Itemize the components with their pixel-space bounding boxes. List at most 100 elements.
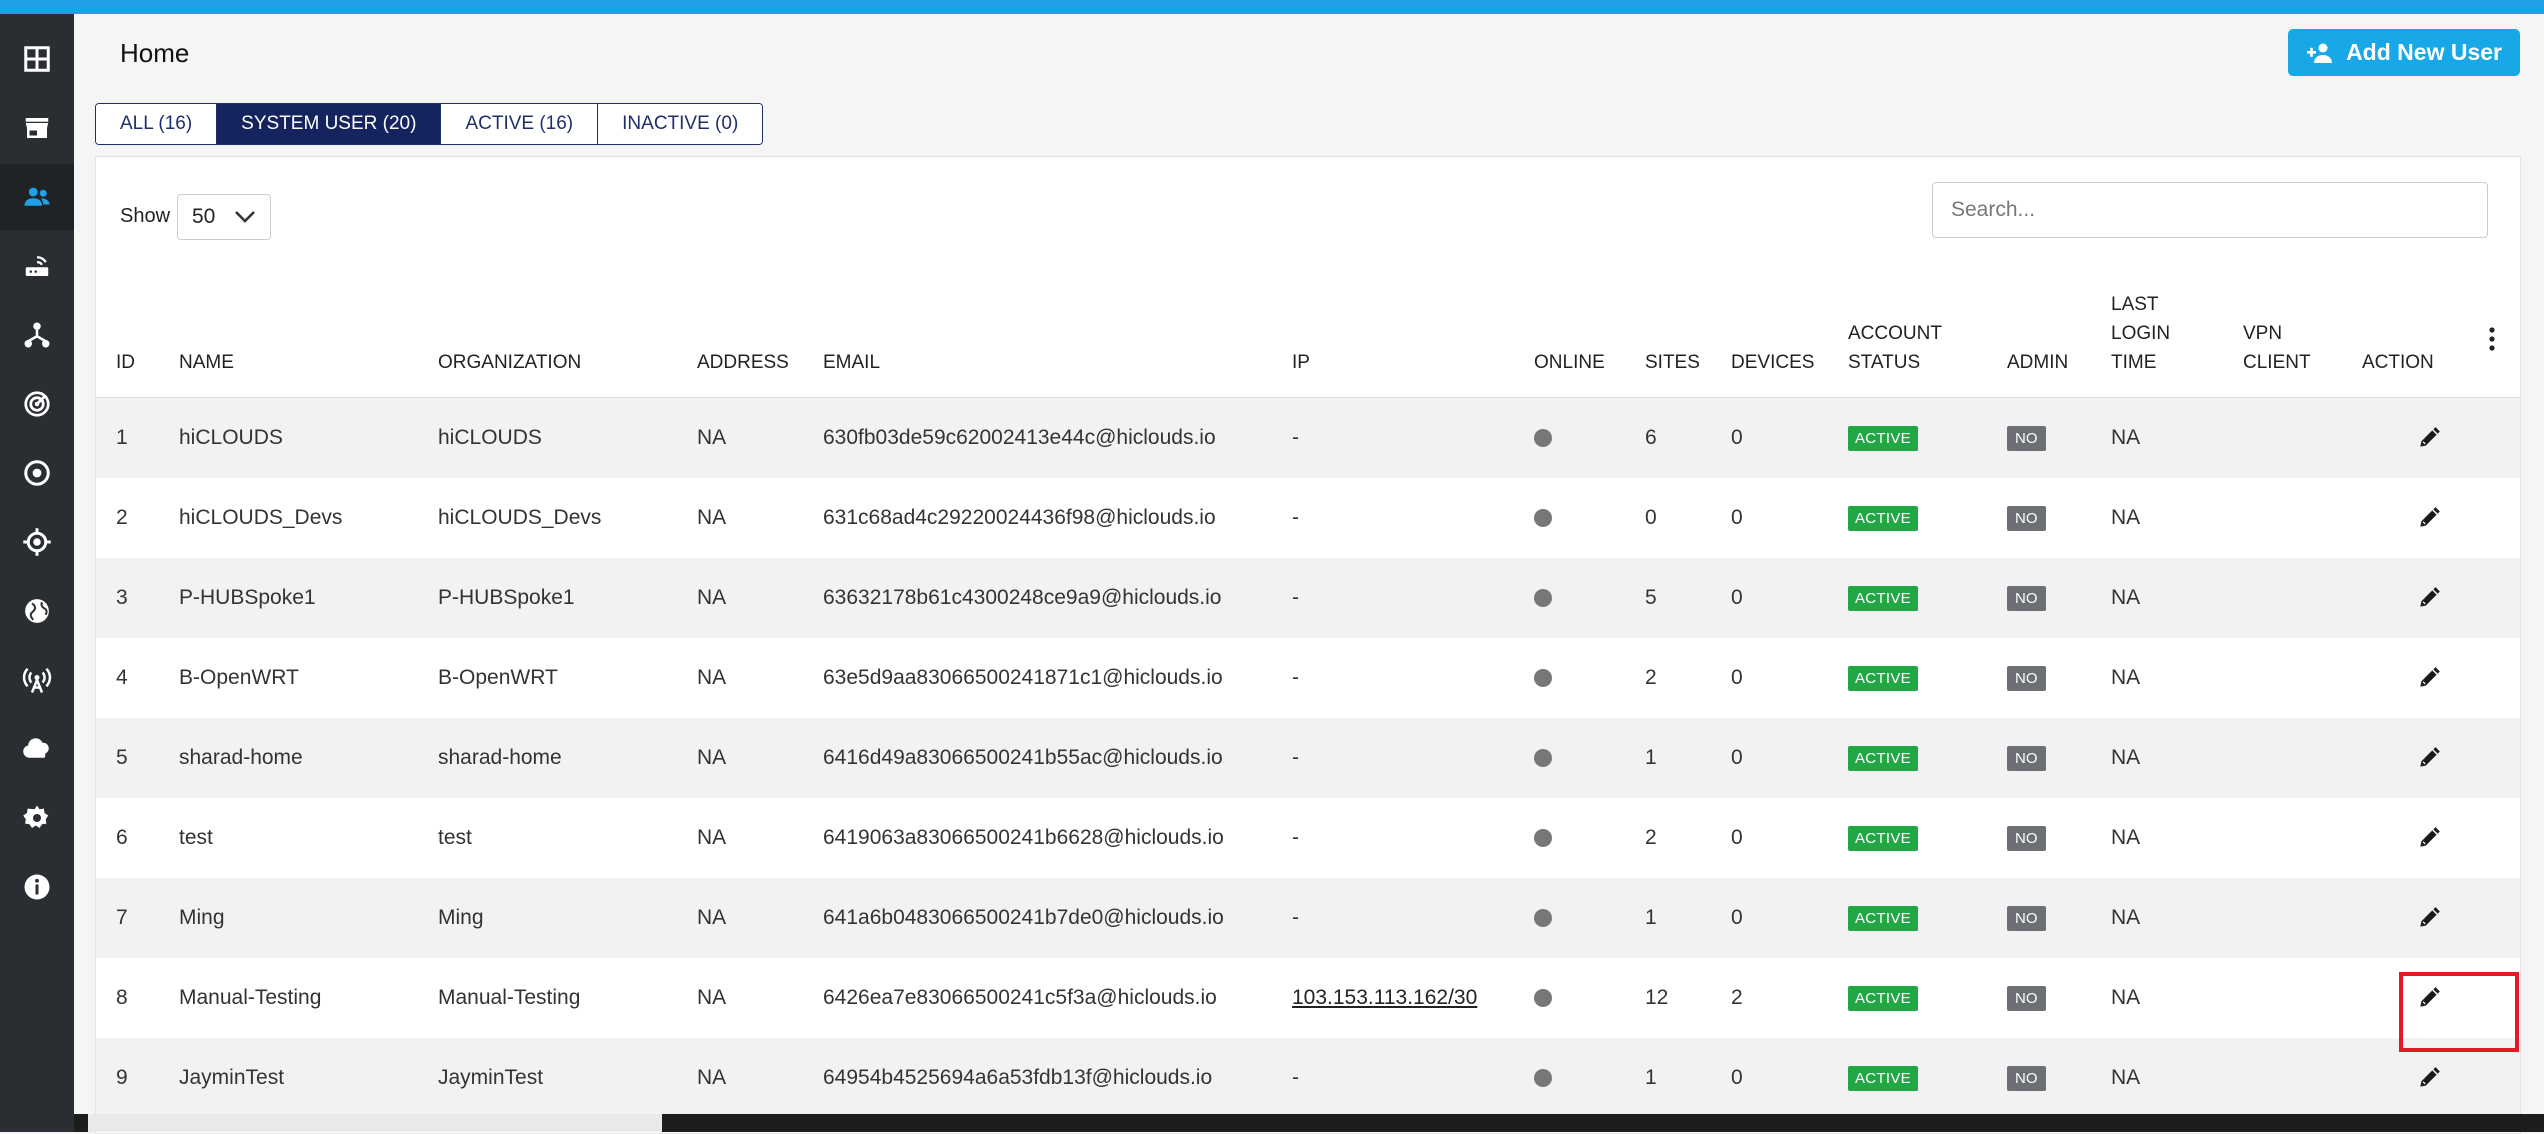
main-content: Home Add New User ALL (16) SYSTEM USER (… <box>74 14 2544 1134</box>
page-size-select[interactable]: 50 <box>177 194 271 240</box>
edit-pencil-icon[interactable] <box>2416 825 2442 851</box>
cell-sites: 2 <box>1645 666 1657 689</box>
cell-email: 6419063a83066500241b6628@hiclouds.io <box>823 826 1224 849</box>
sidebar-item-location[interactable] <box>0 509 74 575</box>
sidebar-item-globe[interactable] <box>0 578 74 644</box>
sidebar-item-settings[interactable] <box>0 785 74 851</box>
column-header-vpn-client[interactable]: VPN CLIENT <box>2243 319 2311 377</box>
cell-account-status: ACTIVE <box>1848 798 1918 878</box>
status-badge: ACTIVE <box>1848 585 1918 611</box>
tab-inactive[interactable]: INACTIVE (0) <box>598 104 763 144</box>
cell-id: 7 <box>116 906 128 929</box>
cell-admin: NO <box>2007 558 2046 638</box>
sidebar-item-wireless[interactable] <box>0 647 74 713</box>
os-taskbar <box>74 1114 2544 1132</box>
admin-badge: NO <box>2007 425 2046 451</box>
cell-ip: - <box>1292 666 1299 689</box>
search-input[interactable] <box>1932 182 2488 238</box>
cell-devices: 0 <box>1731 826 1743 849</box>
gear-icon <box>23 805 49 828</box>
cell-last-login: NA <box>2111 666 2141 689</box>
column-header-name[interactable]: NAME <box>179 348 234 377</box>
cell-online <box>1534 638 1552 718</box>
add-new-user-button[interactable]: Add New User <box>2288 29 2520 76</box>
cell-account-status: ACTIVE <box>1848 878 1918 958</box>
status-badge: ACTIVE <box>1848 825 1918 851</box>
column-header-ip[interactable]: IP <box>1292 348 1310 377</box>
edit-pencil-icon[interactable] <box>2416 425 2442 451</box>
cell-sites: 2 <box>1645 826 1657 849</box>
column-header-address[interactable]: ADDRESS <box>697 348 789 377</box>
cell-ip: 103.153.113.162/30 <box>1292 958 1477 1038</box>
edit-pencil-icon[interactable] <box>2416 1065 2442 1091</box>
sidebar-item-info[interactable] <box>0 854 74 920</box>
cell-last-login: NA <box>2111 1066 2141 1089</box>
sidebar-item-target[interactable] <box>0 440 74 506</box>
users-icon <box>24 187 50 206</box>
show-entries-label: Show <box>120 205 171 227</box>
cell-name: JayminTest <box>179 1066 285 1089</box>
tab-active[interactable]: ACTIVE (16) <box>441 104 599 144</box>
column-header-email[interactable]: EMAIL <box>823 348 880 377</box>
cell-email: 6416d49a83066500241b55ac@hiclouds.io <box>823 746 1223 769</box>
user-filter-tabs: ALL (16) SYSTEM USER (20) ACTIVE (16) IN… <box>95 103 764 145</box>
column-header-online[interactable]: ONLINE <box>1534 348 1605 377</box>
cell-admin: NO <box>2007 958 2046 1038</box>
cell-id: 8 <box>116 986 128 1009</box>
sidebar-item-radar[interactable] <box>0 371 74 437</box>
edit-pencil-icon[interactable] <box>2416 585 2442 611</box>
column-header-last-login-time[interactable]: LAST LOGIN TIME <box>2111 290 2170 377</box>
ip-link[interactable]: 103.153.113.162/30 <box>1292 986 1477 1010</box>
sidebar-item-router[interactable] <box>0 233 74 299</box>
column-header-sites[interactable]: SITES <box>1645 348 1700 377</box>
column-header-id[interactable]: ID <box>116 348 135 377</box>
taskbar-segment <box>88 1114 662 1132</box>
column-options-kebab-icon[interactable] <box>2488 327 2496 351</box>
cell-action <box>2416 718 2442 798</box>
sidebar-item-cloud[interactable] <box>0 716 74 782</box>
cell-admin: NO <box>2007 478 2046 558</box>
tab-system-user[interactable]: SYSTEM USER (20) <box>217 104 442 144</box>
router-icon <box>25 256 49 276</box>
sidebar-item-users[interactable] <box>0 164 74 230</box>
cell-address: NA <box>697 1066 727 1089</box>
column-header-organization[interactable]: ORGANIZATION <box>438 348 581 377</box>
admin-badge: NO <box>2007 745 2046 771</box>
status-badge: ACTIVE <box>1848 985 1918 1011</box>
cell-email: 63632178b61c4300248ce9a9@hiclouds.io <box>823 586 1222 609</box>
cell-online <box>1534 1038 1552 1118</box>
edit-pencil-icon[interactable] <box>2416 665 2442 691</box>
column-header-account-status[interactable]: ACCOUNT STATUS <box>1848 319 1942 377</box>
cell-sites: 12 <box>1645 986 1669 1009</box>
cell-sites: 6 <box>1645 426 1657 449</box>
cell-online <box>1534 718 1552 798</box>
online-status-dot <box>1534 909 1552 927</box>
edit-pencil-icon[interactable] <box>2416 905 2442 931</box>
cell-email: 6426ea7e83066500241c5f3a@hiclouds.io <box>823 986 1217 1009</box>
edit-pencil-icon[interactable] <box>2416 985 2442 1011</box>
cell-online <box>1534 478 1552 558</box>
cell-action <box>2416 558 2442 638</box>
sidebar-item-store[interactable] <box>0 95 74 161</box>
edit-pencil-icon[interactable] <box>2416 745 2442 771</box>
dashboard-grid-icon <box>24 46 50 72</box>
top-accent-bar <box>0 0 2544 14</box>
cell-action <box>2416 398 2442 478</box>
cell-email: 630fb03de59c62002413e44c@hiclouds.io <box>823 426 1216 449</box>
status-badge: ACTIVE <box>1848 1065 1918 1091</box>
tab-all[interactable]: ALL (16) <box>96 104 218 144</box>
edit-pencil-icon[interactable] <box>2416 505 2442 531</box>
status-badge: ACTIVE <box>1848 905 1918 931</box>
cell-admin: NO <box>2007 638 2046 718</box>
cell-organization: Manual-Testing <box>438 986 581 1009</box>
page-title: Home <box>120 38 190 68</box>
online-status-dot <box>1534 589 1552 607</box>
online-status-dot <box>1534 829 1552 847</box>
column-header-devices[interactable]: DEVICES <box>1731 348 1814 377</box>
table-row: 1 hiCLOUDS hiCLOUDS NA 630fb03de59c62002413e… <box>96 398 2520 479</box>
sidebar-item-dashboard[interactable] <box>0 26 74 92</box>
table-row: 2 hiCLOUDS_Devs hiCLOUDS_Devs NA 631c68ad4c2… <box>96 478 2520 559</box>
column-header-admin[interactable]: ADMIN <box>2007 348 2068 377</box>
cell-organization: P-HUBSpoke1 <box>438 586 575 609</box>
sidebar-item-topology[interactable] <box>0 302 74 368</box>
